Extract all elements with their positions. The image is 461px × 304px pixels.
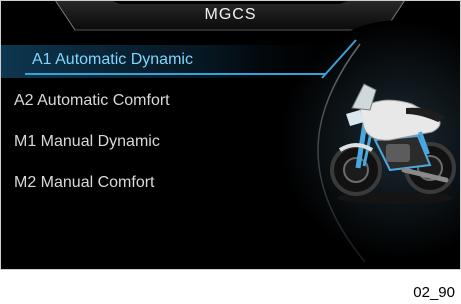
figure-code: 02_90 xyxy=(413,284,455,301)
menu-item-m2-manual-comfort[interactable]: M2 Manual Comfort xyxy=(14,170,155,196)
menu-item-a1-automatic-dynamic[interactable]: A1 Automatic Dynamic xyxy=(32,47,193,73)
page-title: MGCS xyxy=(204,6,257,23)
motorcycle-icon xyxy=(330,83,456,204)
display-screen: MGCS A1 Automatic Dynamic A2 Automatic C… xyxy=(0,0,461,270)
menu-item-a2-automatic-comfort[interactable]: A2 Automatic Comfort xyxy=(14,88,170,114)
menu-item-m1-manual-dynamic[interactable]: M1 Manual Dynamic xyxy=(14,129,160,155)
